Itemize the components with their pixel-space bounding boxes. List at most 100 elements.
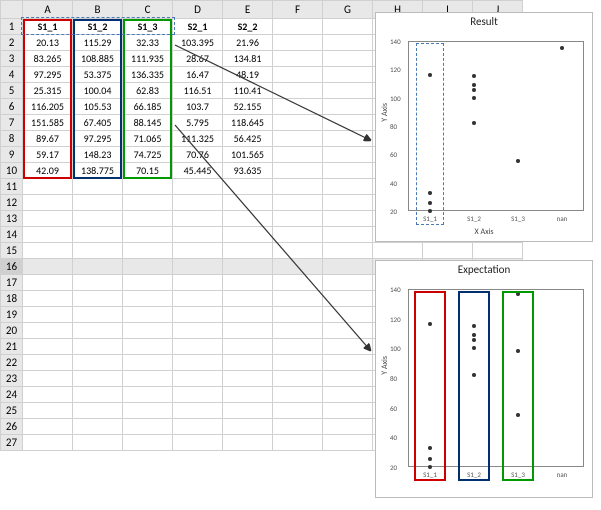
cell-F1[interactable] [273,19,323,35]
cell-C27[interactable] [123,435,173,451]
cell-A11[interactable] [23,179,73,195]
cell-F11[interactable] [273,179,323,195]
cell-E10[interactable]: 93.635 [223,163,273,179]
row-header-14[interactable]: 14 [1,227,23,243]
cell-F25[interactable] [273,403,323,419]
cell-E7[interactable]: 118.645 [223,115,273,131]
cell-A8[interactable]: 89.67 [23,131,73,147]
row-header-20[interactable]: 20 [1,323,23,339]
cell-B14[interactable] [73,227,123,243]
cell-B27[interactable] [73,435,123,451]
cell-B21[interactable] [73,339,123,355]
cell-D7[interactable]: 5.795 [173,115,223,131]
cell-C5[interactable]: 62.83 [123,83,173,99]
cell-A17[interactable] [23,275,73,291]
cell-F7[interactable] [273,115,323,131]
cell-F23[interactable] [273,371,323,387]
cell-A27[interactable] [23,435,73,451]
cell-C16[interactable] [123,259,173,275]
cell-D10[interactable]: 45.445 [173,163,223,179]
cell-A20[interactable] [23,323,73,339]
cell-D13[interactable] [173,211,223,227]
cell-C23[interactable] [123,371,173,387]
cell-C12[interactable] [123,195,173,211]
cell-A4[interactable]: 97.295 [23,67,73,83]
cell-A18[interactable] [23,291,73,307]
select-all-corner[interactable] [1,1,23,19]
cell-G1[interactable] [323,19,373,35]
cell-C2[interactable]: 32.33 [123,35,173,51]
cell-D17[interactable] [173,275,223,291]
cell-B12[interactable] [73,195,123,211]
cell-F6[interactable] [273,99,323,115]
cell-D20[interactable] [173,323,223,339]
cell-D22[interactable] [173,355,223,371]
cell-A25[interactable] [23,403,73,419]
cell-E24[interactable] [223,387,273,403]
row-header-11[interactable]: 11 [1,179,23,195]
cell-E18[interactable] [223,291,273,307]
cell-D5[interactable]: 116.51 [173,83,223,99]
cell-E2[interactable]: 21.96 [223,35,273,51]
cell-F24[interactable] [273,387,323,403]
cell-G8[interactable] [323,131,373,147]
cell-G17[interactable] [323,275,373,291]
cell-F15[interactable] [273,243,323,259]
cell-B20[interactable] [73,323,123,339]
cell-F21[interactable] [273,339,323,355]
cell-G27[interactable] [323,435,373,451]
cell-D8[interactable]: 111.325 [173,131,223,147]
cell-F22[interactable] [273,355,323,371]
cell-C3[interactable]: 111.935 [123,51,173,67]
cell-E6[interactable]: 52.155 [223,99,273,115]
cell-D24[interactable] [173,387,223,403]
cell-B6[interactable]: 105.53 [73,99,123,115]
cell-A24[interactable] [23,387,73,403]
cell-B3[interactable]: 108.885 [73,51,123,67]
cell-E13[interactable] [223,211,273,227]
cell-F8[interactable] [273,131,323,147]
cell-A9[interactable]: 59.17 [23,147,73,163]
cell-F17[interactable] [273,275,323,291]
cell-F10[interactable] [273,163,323,179]
cell-D12[interactable] [173,195,223,211]
cell-B11[interactable] [73,179,123,195]
cell-G25[interactable] [323,403,373,419]
cell-D9[interactable]: 70.76 [173,147,223,163]
cell-B17[interactable] [73,275,123,291]
row-header-7[interactable]: 7 [1,115,23,131]
cell-E19[interactable] [223,307,273,323]
cell-G24[interactable] [323,387,373,403]
cell-E9[interactable]: 101.565 [223,147,273,163]
cell-A3[interactable]: 83.265 [23,51,73,67]
cell-B4[interactable]: 53.375 [73,67,123,83]
cell-E21[interactable] [223,339,273,355]
cell-A5[interactable]: 25.315 [23,83,73,99]
cell-A15[interactable] [23,243,73,259]
cell-G14[interactable] [323,227,373,243]
row-header-6[interactable]: 6 [1,99,23,115]
cell-F12[interactable] [273,195,323,211]
cell-G21[interactable] [323,339,373,355]
cell-A10[interactable]: 42.09 [23,163,73,179]
cell-B10[interactable]: 138.775 [73,163,123,179]
cell-C8[interactable]: 71.065 [123,131,173,147]
cell-D14[interactable] [173,227,223,243]
cell-G4[interactable] [323,67,373,83]
cell-G26[interactable] [323,419,373,435]
cell-G20[interactable] [323,323,373,339]
cell-A19[interactable] [23,307,73,323]
row-header-18[interactable]: 18 [1,291,23,307]
cell-E1[interactable]: S2_2 [223,19,273,35]
cell-F20[interactable] [273,323,323,339]
col-header-A[interactable]: A [23,1,73,19]
cell-B26[interactable] [73,419,123,435]
cell-H15[interactable] [373,243,423,259]
cell-G10[interactable] [323,163,373,179]
cell-A21[interactable] [23,339,73,355]
cell-A22[interactable] [23,355,73,371]
cell-A26[interactable] [23,419,73,435]
cell-G12[interactable] [323,195,373,211]
cell-G11[interactable] [323,179,373,195]
cell-B24[interactable] [73,387,123,403]
